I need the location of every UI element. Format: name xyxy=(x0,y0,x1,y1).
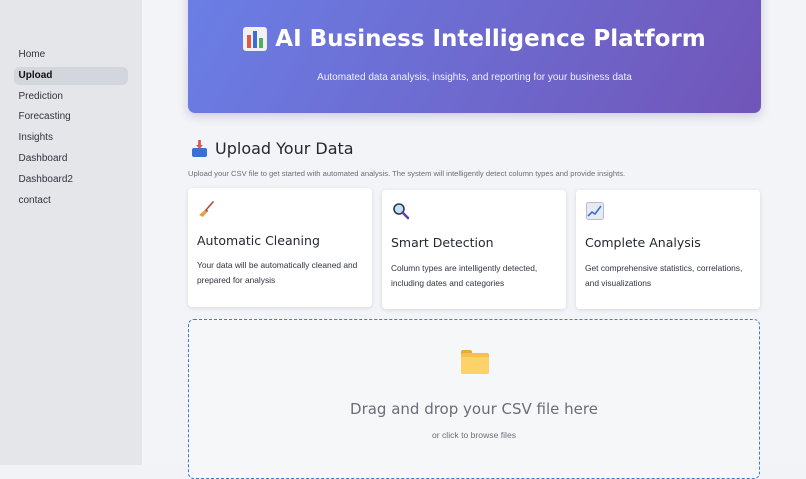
upload-section-header: Upload Your Data xyxy=(192,139,354,158)
sidebar-item-prediction[interactable]: Prediction xyxy=(14,88,128,106)
sidebar-item-upload[interactable]: Upload xyxy=(14,66,128,85)
feature-card-detection: Smart Detection Column types are intelli… xyxy=(382,190,566,309)
page-title: AI Business Intelligence Platform xyxy=(275,26,706,52)
file-dropzone[interactable]: Drag and drop your CSV file here or clic… xyxy=(188,319,760,479)
feature-card-analysis: Complete Analysis Get comprehensive stat… xyxy=(576,190,760,309)
sidebar: Home Upload Prediction Forecasting Insig… xyxy=(0,0,142,465)
folder-icon xyxy=(461,350,489,374)
hero-title-row: AI Business Intelligence Platform xyxy=(188,26,761,52)
broom-icon xyxy=(199,201,214,217)
bar-chart-icon xyxy=(243,27,268,51)
sidebar-nav: Home Upload Prediction Forecasting Insig… xyxy=(14,46,128,212)
section-title: Upload Your Data xyxy=(215,139,354,158)
inbox-tray-icon xyxy=(192,140,207,157)
dropzone-subtitle[interactable]: or click to browse files xyxy=(189,430,759,440)
sidebar-item-home[interactable]: Home xyxy=(14,46,128,64)
section-description: Upload your CSV file to get started with… xyxy=(188,169,626,178)
main-content: AI Business Intelligence Platform Automa… xyxy=(142,0,806,479)
feature-card-title: Smart Detection xyxy=(391,235,494,250)
sidebar-item-contact[interactable]: contact xyxy=(14,192,128,210)
feature-card-text: Column types are intelligently detected,… xyxy=(391,263,538,288)
dropzone-title: Drag and drop your CSV file here xyxy=(350,400,598,418)
feature-card-text: Get comprehensive statistics, correlatio… xyxy=(585,263,743,288)
hero-banner: AI Business Intelligence Platform Automa… xyxy=(188,0,761,113)
feature-card-text: Your data will be automatically cleaned … xyxy=(197,260,358,285)
sidebar-item-dashboard[interactable]: Dashboard xyxy=(14,150,128,168)
feature-card-cleaning: Automatic Cleaning Your data will be aut… xyxy=(188,188,372,307)
hero-subtitle: Automated data analysis, insights, and r… xyxy=(317,72,632,83)
sidebar-item-insights[interactable]: Insights xyxy=(14,129,128,147)
magnifier-icon xyxy=(393,203,410,220)
sidebar-item-dashboard2[interactable]: Dashboard2 xyxy=(14,171,128,189)
sidebar-item-forecasting[interactable]: Forecasting xyxy=(14,108,128,126)
feature-card-title: Automatic Cleaning xyxy=(197,233,320,248)
feature-card-title: Complete Analysis xyxy=(585,235,701,250)
trend-chart-icon xyxy=(586,202,604,220)
